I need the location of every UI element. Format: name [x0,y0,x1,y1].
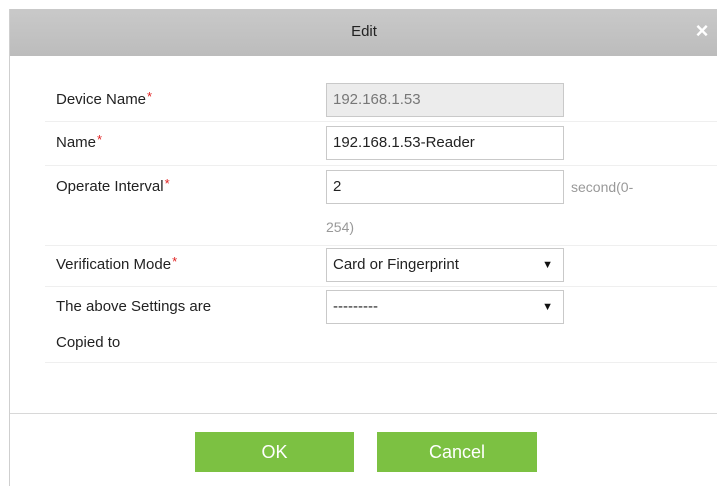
row-divider [45,286,717,287]
copy-settings-label: The above Settings are [56,298,212,315]
edit-dialog: Edit × Device Name* 192.168.1.53 Name* 1… [9,9,717,486]
row-divider [45,362,717,363]
device-name-label: Device Name* [56,89,153,108]
copy-settings-label-cont: Copied to [56,334,121,351]
row-divider [45,121,717,122]
copy-to-select[interactable]: --------- ▼ [326,290,564,324]
dropdown-arrow-icon: ▼ [542,301,553,313]
required-mark: * [172,254,178,269]
dialog-titlebar[interactable]: Edit × [10,9,717,56]
device-name-field: 192.168.1.53 [326,83,564,117]
close-icon[interactable]: × [692,19,712,43]
footer-divider [10,413,717,414]
verification-mode-select[interactable]: Card or Fingerprint ▼ [326,248,564,282]
row-divider [45,245,717,246]
dropdown-arrow-icon: ▼ [542,259,553,271]
verification-mode-value: Card or Fingerprint [333,256,459,273]
required-mark: * [97,132,103,147]
dialog-title: Edit [351,23,377,40]
ok-button[interactable]: OK [195,432,354,472]
operate-interval-field[interactable]: 2 [326,170,564,204]
operate-interval-hint-cont: 254) [326,219,355,235]
operate-interval-hint: second(0- [571,179,634,195]
cancel-button[interactable]: Cancel [377,432,537,472]
name-field[interactable]: 192.168.1.53-Reader [326,126,564,160]
verification-mode-label: Verification Mode* [56,254,178,273]
row-divider [45,165,717,166]
name-label: Name* [56,132,103,151]
required-mark: * [164,176,170,191]
required-mark: * [147,89,153,104]
operate-interval-label: Operate Interval* [56,176,170,195]
copy-to-value: --------- [333,298,378,315]
